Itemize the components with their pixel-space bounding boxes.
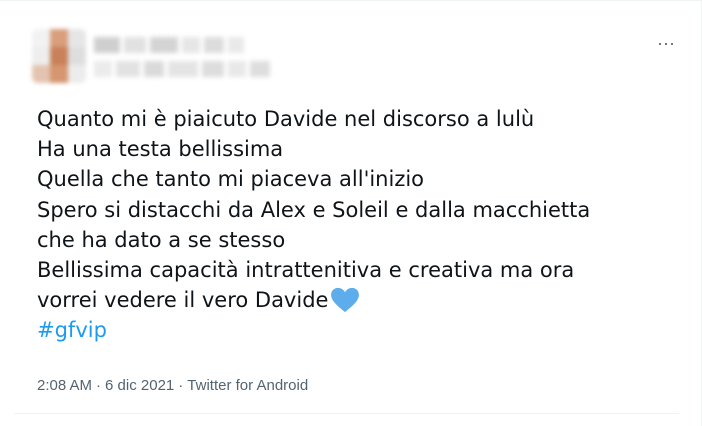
tweet-line: che ha dato a se stesso bbox=[37, 227, 286, 252]
meta-separator: · bbox=[178, 377, 184, 394]
tweet-line: Spero si distacchi da Alex e Soleil e da… bbox=[37, 197, 591, 222]
tweet-line: Ha una testa bellissima bbox=[37, 137, 284, 162]
tweet-line: vorrei vedere il vero Davide bbox=[37, 288, 329, 313]
tweet-source[interactable]: Twitter for Android bbox=[187, 377, 308, 394]
avatar[interactable] bbox=[32, 29, 86, 83]
tweet-line: Bellissima capacità intrattenitiva e cre… bbox=[37, 258, 575, 283]
blue-heart-icon bbox=[331, 288, 360, 313]
tweet-line: Quanto mi è piaicuto Davide nel discorso… bbox=[37, 107, 535, 131]
divider bbox=[14, 413, 679, 414]
more-options-button[interactable]: ··· bbox=[654, 33, 678, 53]
tweet-card: ··· Quanto mi è piaicuto Davide nel disc… bbox=[0, 0, 702, 426]
tweet-last-line: vorrei vedere il vero Davide bbox=[37, 285, 677, 315]
tweet-text: Quanto mi è piaicuto Davide nel discorso… bbox=[37, 104, 677, 346]
tweet-header-redacted bbox=[32, 25, 332, 85]
author-name-redacted[interactable] bbox=[94, 37, 270, 77]
tweet-meta: 2:08 AM · 6 dic 2021 · Twitter for Android bbox=[37, 377, 308, 394]
tweet-hashtag-line: #gfvip bbox=[37, 315, 677, 345]
tweet-line: Quella che tanto mi piaceva all'inizio bbox=[37, 167, 425, 192]
tweet-time[interactable]: 2:08 AM bbox=[37, 377, 92, 394]
hashtag-link[interactable]: #gfvip bbox=[37, 318, 107, 342]
meta-separator: · bbox=[96, 377, 102, 394]
tweet-date[interactable]: 6 dic 2021 bbox=[105, 377, 174, 394]
